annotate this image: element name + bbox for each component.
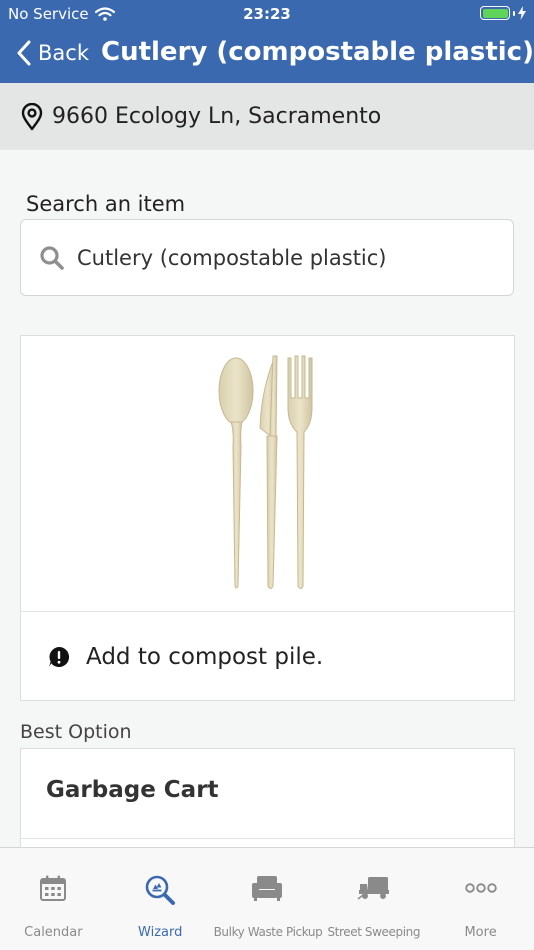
map-pin-icon	[20, 102, 44, 131]
calendar-icon	[0, 874, 107, 902]
clock: 23:23	[243, 5, 291, 23]
knife-shape	[259, 355, 278, 589]
item-card: Add to compost pile.	[20, 335, 515, 701]
armchair-icon	[214, 874, 321, 902]
alert-bubble-icon	[48, 646, 70, 668]
tab-bar: Calendar Wizard Bulky Waste Pickup Stree…	[0, 847, 534, 950]
address-bar[interactable]: 9660 Ecology Ln, Sacramento	[0, 83, 534, 150]
divider	[21, 838, 514, 839]
tab-label: Street Sweeping	[327, 925, 421, 939]
back-button[interactable]: Back	[16, 40, 89, 66]
disposal-tip: Add to compost pile.	[21, 612, 514, 701]
best-option-label: Best Option	[20, 721, 132, 743]
charging-bolt-icon	[518, 6, 526, 20]
fork-shape	[287, 355, 313, 589]
address-text: 9660 Ecology Ln, Sacramento	[52, 104, 382, 129]
spoon-shape	[218, 357, 254, 589]
tab-label: Bulky Waste Pickup	[213, 925, 323, 939]
tab-wizard[interactable]: Wizard	[107, 848, 214, 950]
tab-label: Wizard	[138, 925, 183, 940]
page-title: Cutlery (compostable plastic)	[101, 37, 534, 67]
tab-bulky-waste-pickup[interactable]: Bulky Waste Pickup	[213, 848, 323, 950]
back-label: Back	[38, 41, 89, 65]
search-icon	[39, 245, 65, 271]
option-title: Garbage Cart	[46, 777, 219, 803]
search-recycle-icon	[107, 874, 214, 906]
tab-more[interactable]: More	[427, 848, 534, 950]
chevron-left-icon	[17, 40, 31, 66]
tip-text: Add to compost pile.	[86, 643, 324, 670]
status-bar: No Service 23:23	[0, 0, 534, 28]
tab-label: Calendar	[24, 925, 83, 940]
tab-street-sweeping[interactable]: Street Sweeping	[320, 848, 427, 950]
tab-label: More	[464, 925, 497, 940]
more-dots-icon	[427, 882, 534, 894]
tab-calendar[interactable]: Calendar	[0, 848, 107, 950]
search-input[interactable]	[77, 245, 477, 270]
battery-icon	[480, 6, 526, 20]
search-label: Search an item	[26, 192, 186, 216]
navigation-bar: Back Cutlery (compostable plastic)	[0, 28, 534, 83]
search-box[interactable]	[20, 219, 514, 296]
street-sweeper-icon	[320, 874, 427, 902]
cutlery-image	[21, 336, 514, 611]
